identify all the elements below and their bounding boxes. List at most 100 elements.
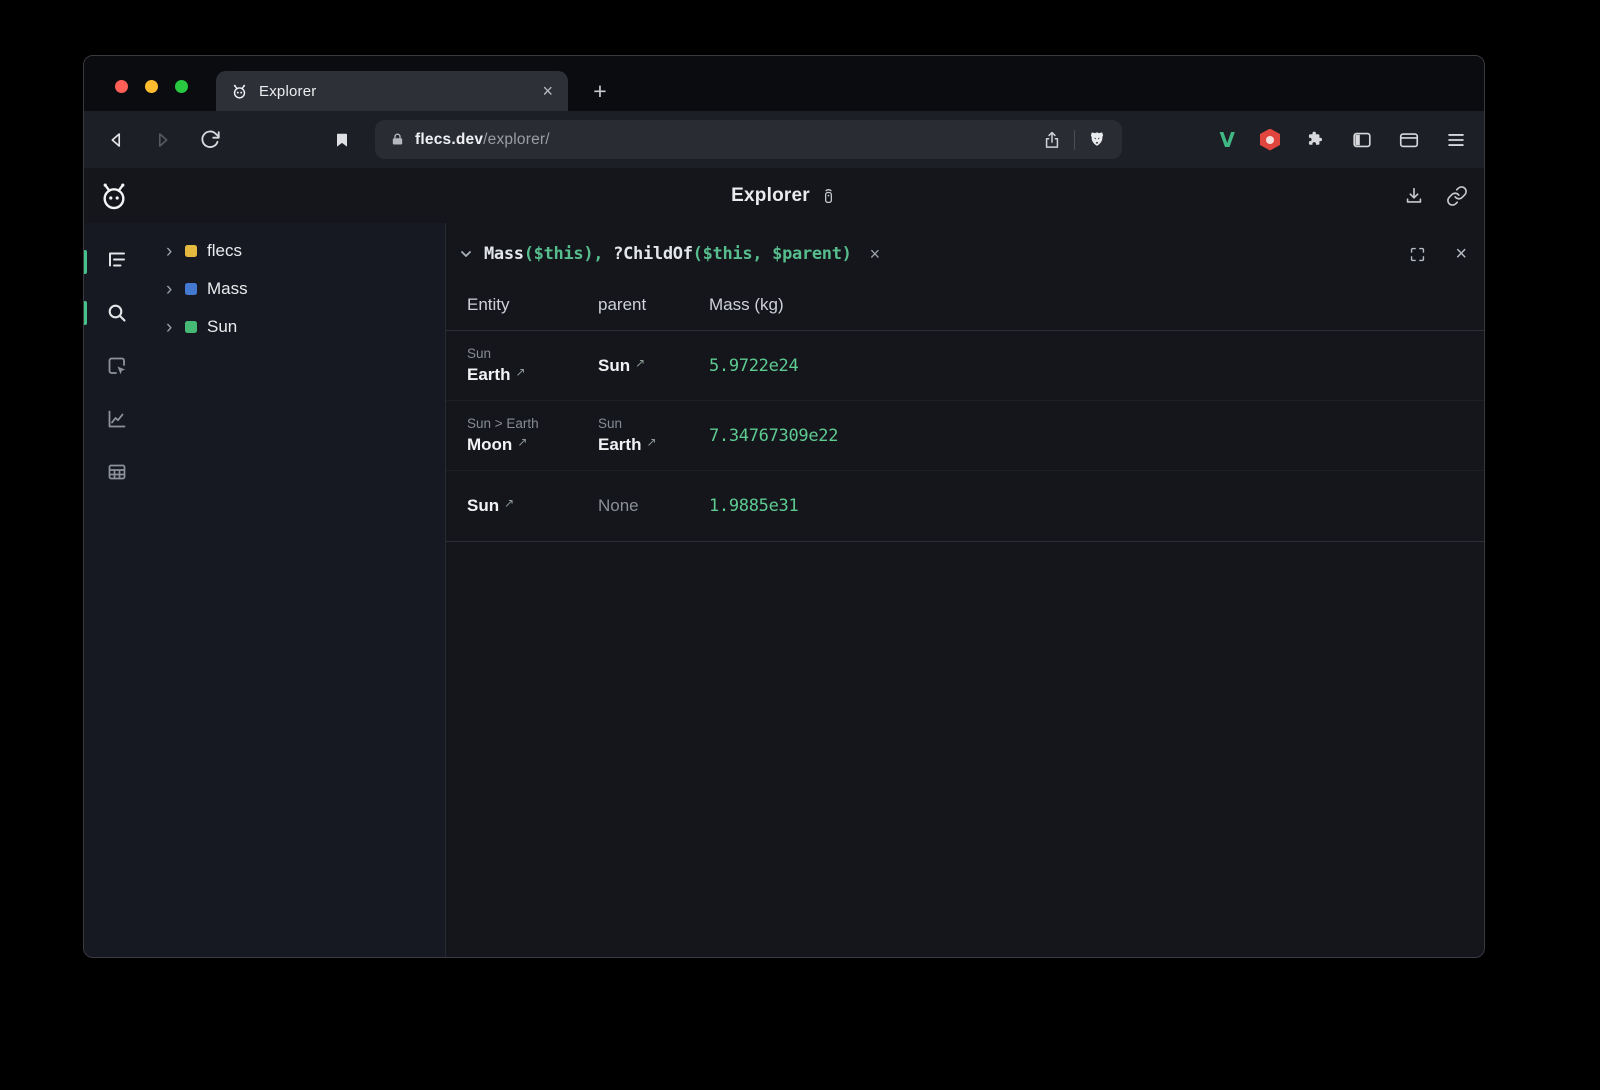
browser-toolbar: flecs.dev/explorer/ V xyxy=(84,111,1484,168)
entity-color-swatch xyxy=(185,321,197,333)
active-panel-indicator xyxy=(84,250,87,274)
reload-button[interactable] xyxy=(198,128,222,152)
address-bar[interactable]: flecs.dev/explorer/ xyxy=(375,120,1122,159)
toolbar-separator xyxy=(1074,130,1075,150)
table-row: Sun Earth ↗ Sun ↗ 5.9722e24 xyxy=(446,331,1484,401)
column-header-entity: Entity xyxy=(467,295,598,315)
tab-strip: Explorer × + xyxy=(84,56,1484,111)
parent-cell: Sun ↗ xyxy=(598,356,709,376)
entity-link[interactable]: Moon xyxy=(467,435,512,455)
app-header-actions xyxy=(1403,185,1468,207)
open-link-icon[interactable]: ↗ xyxy=(646,435,656,449)
tree-item-sun[interactable]: › Sun xyxy=(149,308,445,346)
vue-devtools-icon[interactable]: V xyxy=(1220,130,1235,150)
parent-link[interactable]: Sun xyxy=(598,356,630,376)
wallet-icon[interactable] xyxy=(1398,129,1420,151)
desktop-background: Explorer × + xyxy=(0,0,1600,1090)
menu-icon[interactable] xyxy=(1445,129,1467,151)
brave-shields-icon[interactable] xyxy=(1087,130,1107,150)
entity-link[interactable]: Sun xyxy=(467,496,499,516)
mass-value: 7.34767309e22 xyxy=(709,426,1484,446)
entity-tree-panel: › flecs › Mass › Sun xyxy=(149,223,446,958)
entity-link[interactable]: Earth xyxy=(467,365,510,385)
page-title: Explorer xyxy=(731,185,837,207)
entity-cell: Sun > Earth Moon ↗ xyxy=(467,416,598,455)
query-term: ?ChildOf xyxy=(613,244,692,264)
share-icon[interactable] xyxy=(1042,130,1062,150)
back-button[interactable] xyxy=(104,128,128,152)
parent-link[interactable]: Earth xyxy=(598,435,641,455)
chart-icon[interactable] xyxy=(105,407,129,431)
table-icon[interactable] xyxy=(105,460,129,484)
chevron-right-icon[interactable]: › xyxy=(166,318,181,337)
chevron-right-icon[interactable]: › xyxy=(166,242,181,261)
forward-button[interactable] xyxy=(151,128,175,152)
query-variable: ($this, $parent) xyxy=(693,244,852,264)
entity-path: Sun xyxy=(467,346,598,361)
tree-item-flecs[interactable]: › flecs xyxy=(149,232,445,270)
activity-bar xyxy=(84,223,149,958)
table-row: Sun ↗ None 1.9885e31 xyxy=(446,471,1484,542)
url-text: flecs.dev/explorer/ xyxy=(415,131,550,149)
link-icon[interactable] xyxy=(1446,185,1468,207)
browser-tab[interactable]: Explorer × xyxy=(216,71,568,111)
open-link-icon[interactable]: ↗ xyxy=(504,496,514,510)
minimize-window-button[interactable] xyxy=(145,80,158,93)
close-panel-icon[interactable]: × xyxy=(1455,244,1467,264)
parent-none: None xyxy=(598,496,709,516)
hexagon-extension-icon[interactable] xyxy=(1260,129,1280,151)
query-expression[interactable]: Mass($this), ?ChildOf($this, $parent) xyxy=(484,244,852,264)
query-term: Mass xyxy=(484,244,524,264)
url-domain: flecs.dev xyxy=(415,131,483,148)
tree-item-mass[interactable]: › Mass xyxy=(149,270,445,308)
entity-cell: Sun Earth ↗ xyxy=(467,346,598,385)
app-header: Explorer xyxy=(84,168,1484,223)
column-header-mass: Mass (kg) xyxy=(709,295,1484,315)
inspect-icon[interactable] xyxy=(105,354,129,378)
new-tab-button[interactable]: + xyxy=(586,77,614,105)
query-bar: Mass($this), ?ChildOf($this, $parent) × … xyxy=(446,229,1484,279)
tab-title: Explorer xyxy=(259,83,316,100)
active-panel-indicator xyxy=(84,301,87,325)
query-variable: ($this), xyxy=(524,244,613,264)
download-icon[interactable] xyxy=(1403,185,1425,207)
open-link-icon[interactable]: ↗ xyxy=(635,356,645,370)
query-panel: Mass($this), ?ChildOf($this, $parent) × … xyxy=(446,223,1484,958)
flecs-favicon-icon xyxy=(231,83,248,100)
parent-cell: None xyxy=(598,496,709,516)
browser-window: Explorer × + xyxy=(83,55,1485,958)
open-link-icon[interactable]: ↗ xyxy=(517,435,527,449)
remote-icon[interactable] xyxy=(820,186,837,206)
tree-item-label: flecs xyxy=(207,241,242,261)
tree-item-label: Sun xyxy=(207,317,237,337)
extensions-puzzle-icon[interactable] xyxy=(1305,129,1326,150)
chevron-down-icon[interactable] xyxy=(458,246,474,262)
column-header-parent: parent xyxy=(598,295,709,315)
table-header: Entity parent Mass (kg) xyxy=(446,279,1484,331)
tree-view-icon[interactable] xyxy=(105,248,129,272)
extensions-area: V xyxy=(1220,129,1467,151)
entity-path: Sun > Earth xyxy=(467,416,598,431)
flecs-logo-icon xyxy=(98,180,130,212)
tree-item-label: Mass xyxy=(207,279,248,299)
app-title-text: Explorer xyxy=(731,185,810,207)
entity-color-swatch xyxy=(185,283,197,295)
zoom-window-button[interactable] xyxy=(175,80,188,93)
window-controls xyxy=(115,80,188,93)
clear-query-icon[interactable]: × xyxy=(870,245,881,263)
table-row: Sun > Earth Moon ↗ Sun Earth ↗ 7.3476 xyxy=(446,401,1484,471)
open-link-icon[interactable]: ↗ xyxy=(515,365,525,379)
close-tab-icon[interactable]: × xyxy=(542,82,553,100)
entity-cell: Sun ↗ xyxy=(467,496,598,516)
lock-icon[interactable] xyxy=(390,132,405,147)
mass-value: 1.9885e31 xyxy=(709,496,1484,516)
app-body: › flecs › Mass › Sun xyxy=(84,223,1484,958)
parent-cell: Sun Earth ↗ xyxy=(598,416,709,455)
chevron-right-icon[interactable]: › xyxy=(166,280,181,299)
sidebar-toggle-icon[interactable] xyxy=(1351,129,1373,151)
url-path: /explorer/ xyxy=(483,131,550,148)
search-icon[interactable] xyxy=(105,301,129,325)
close-window-button[interactable] xyxy=(115,80,128,93)
fullscreen-icon[interactable] xyxy=(1408,245,1427,264)
bookmark-icon[interactable] xyxy=(330,128,354,152)
